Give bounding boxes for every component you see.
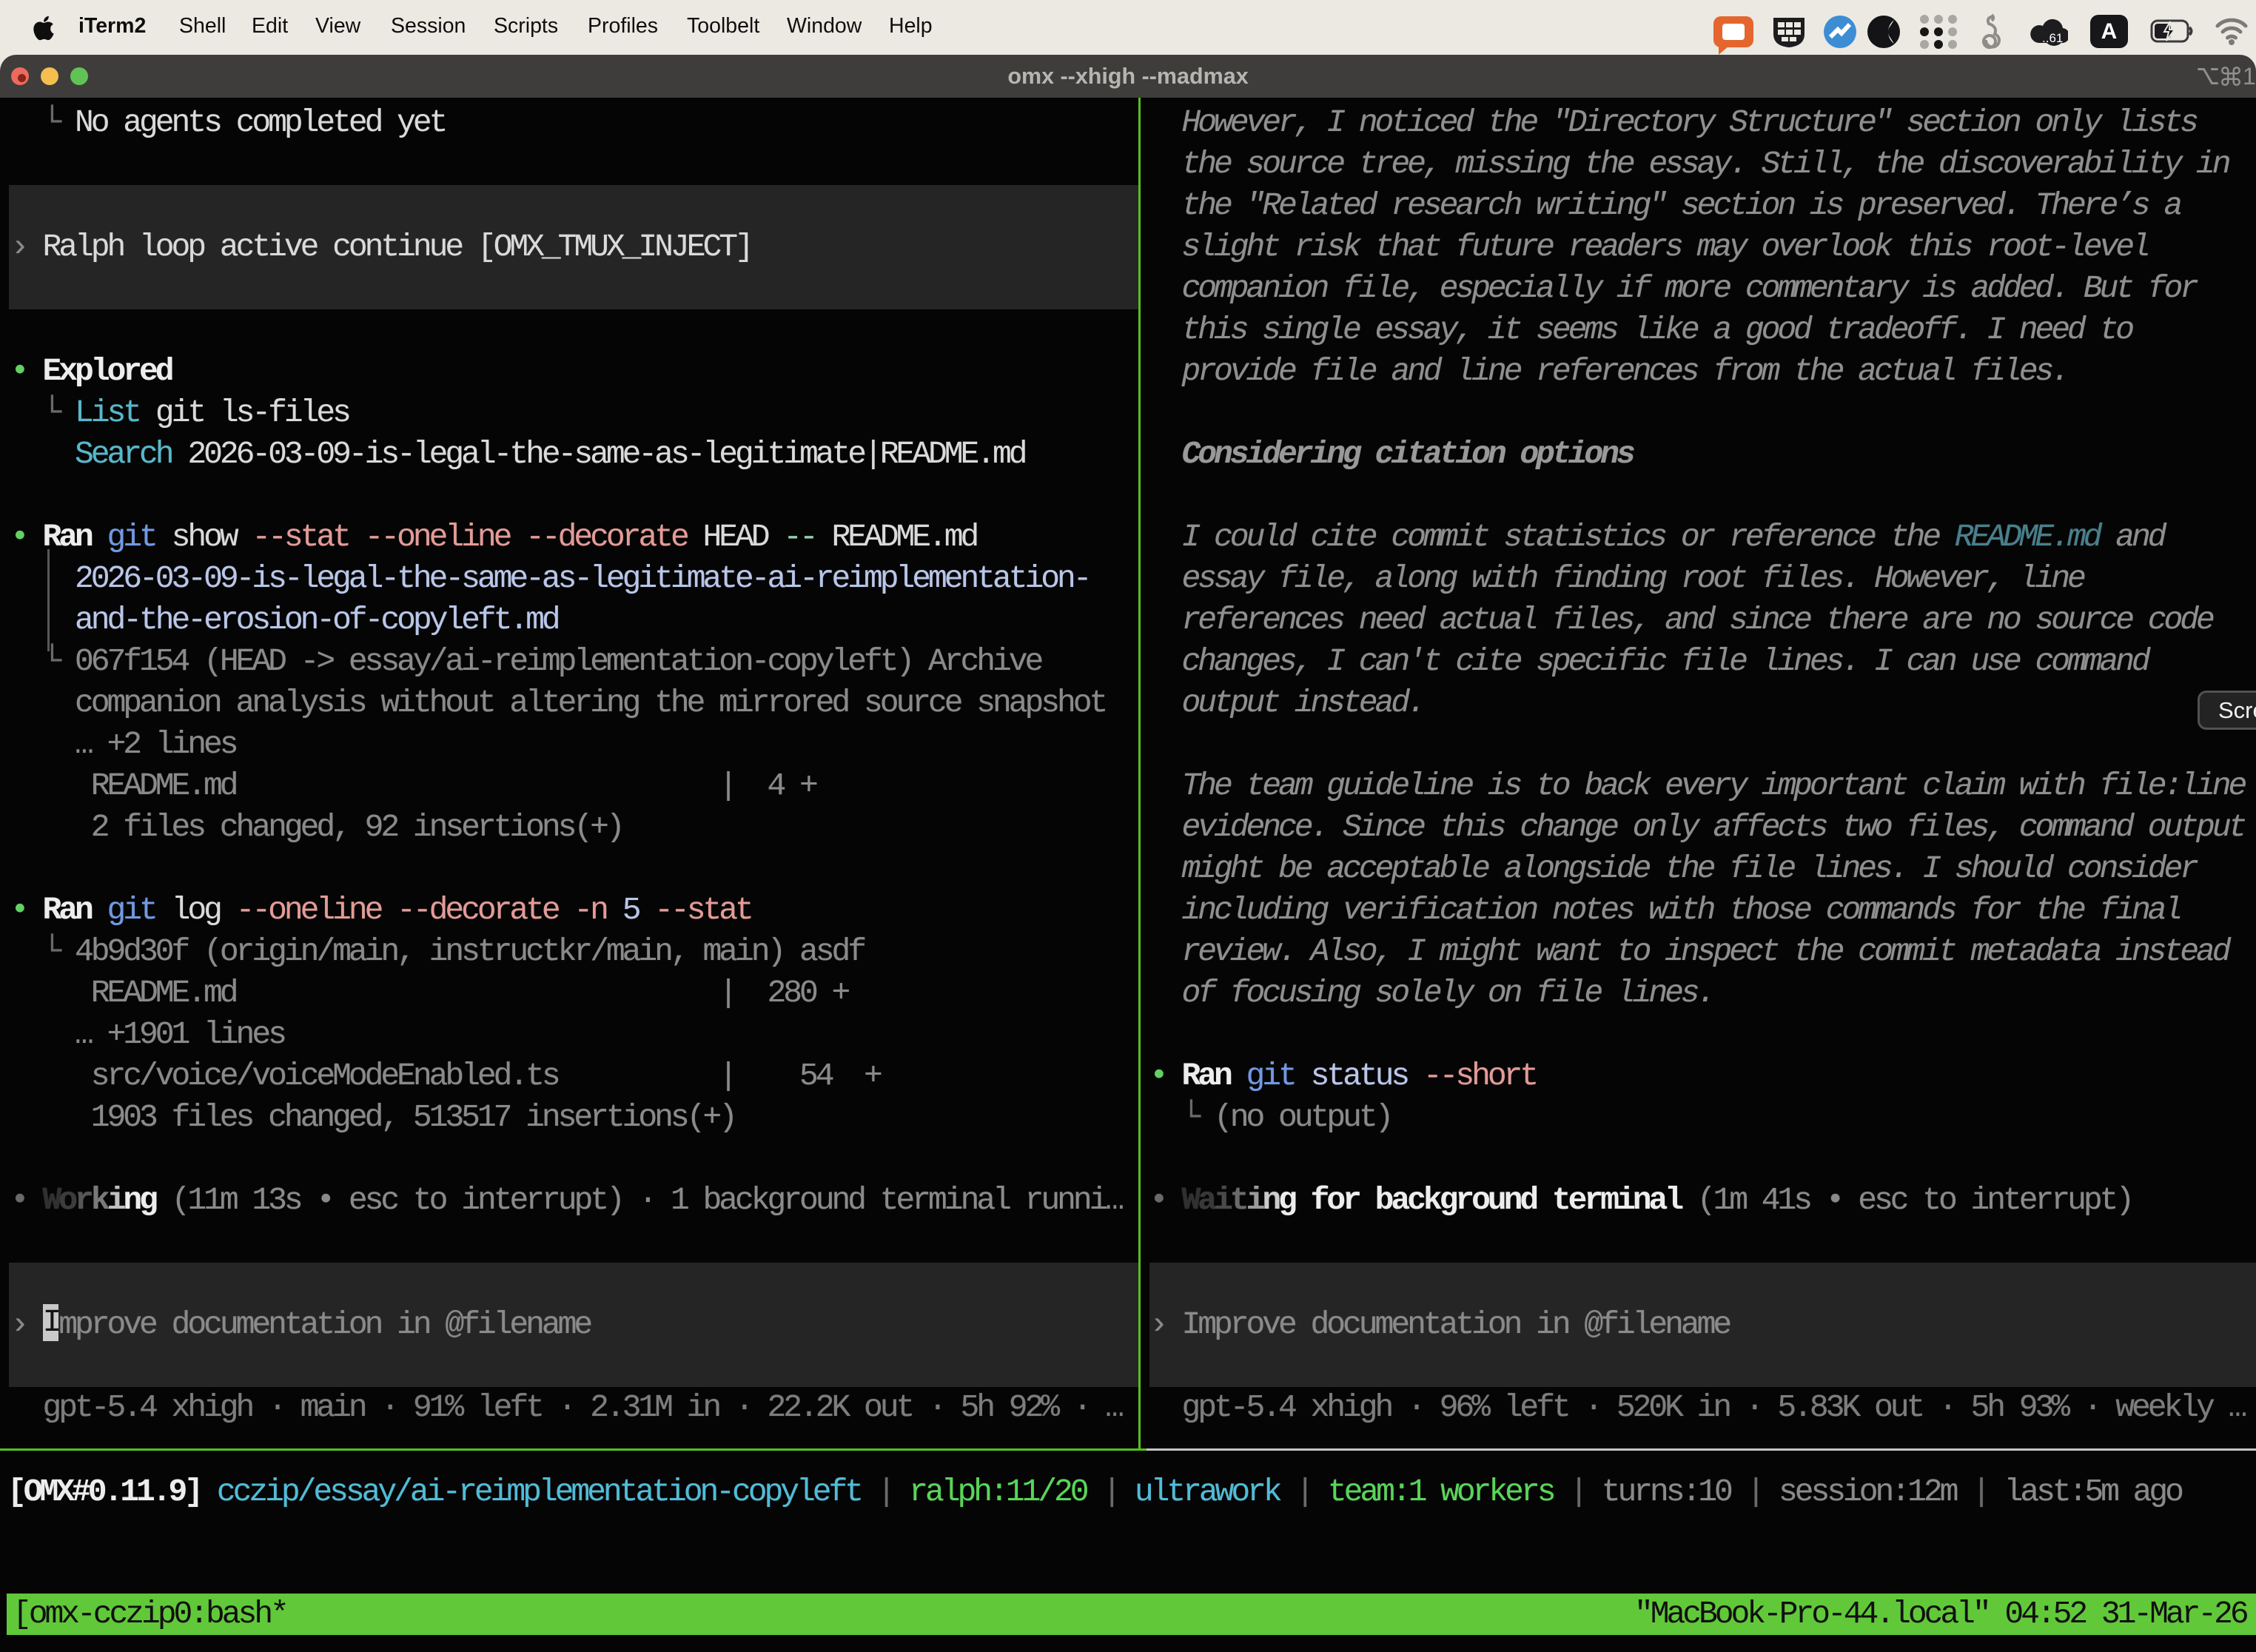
svg-text:..61: ..61 xyxy=(2042,31,2063,45)
